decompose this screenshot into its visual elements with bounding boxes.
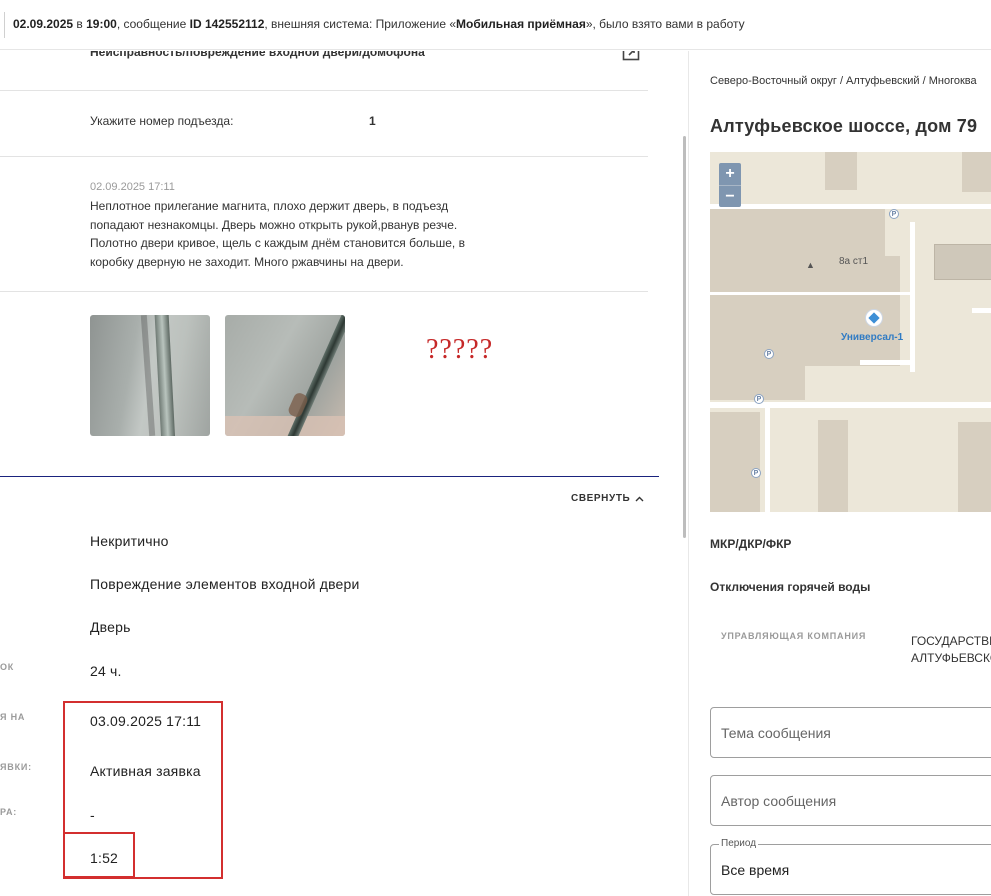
- address-title: Алтуфьевское шоссе, дом 79: [710, 116, 978, 136]
- status-label: ЯВКИ:: [0, 762, 32, 772]
- parking-icon: P: [764, 349, 774, 359]
- porch-value: 1: [369, 114, 376, 128]
- uk-value: ГОСУДАРСТВЕ АЛТУФЬЕВСКО: [911, 634, 991, 665]
- map-zoom-control: + −: [719, 163, 741, 207]
- map[interactable]: + − P P P P 8а ст1 ▲ Универсал-1: [710, 152, 991, 512]
- object-value: Дверь: [90, 619, 131, 635]
- term-label: ОК: [0, 662, 15, 672]
- other-label: РА:: [0, 807, 18, 817]
- breadcrumb: Северо-Восточный округ / Алтуфьевский / …: [710, 75, 977, 87]
- request-detail-panel: Неисправность/повреждение входной двери/…: [0, 51, 688, 896]
- parking-icon: P: [754, 394, 764, 404]
- chevron-up-icon: [635, 496, 644, 501]
- problem-value: Повреждение элементов входной двери: [90, 576, 360, 592]
- due-label: Я НА: [0, 712, 26, 722]
- divider: [0, 156, 648, 157]
- term-value: 24 ч.: [90, 663, 122, 679]
- open-external-icon[interactable]: [622, 51, 640, 61]
- address-info-panel: Северо-Восточный округ / Алтуфьевский / …: [689, 51, 991, 896]
- mkr-link[interactable]: МКР/ДКР/ФКР: [710, 537, 791, 551]
- question-marks-annotation: ?????: [426, 334, 494, 365]
- poi-pin-icon[interactable]: [865, 309, 883, 327]
- comment-text: Неплотное прилегание магнита, плохо держ…: [90, 199, 465, 269]
- criticality-value: Некритично: [90, 533, 169, 549]
- zoom-out-button[interactable]: −: [719, 185, 741, 207]
- request-title: Неисправность/повреждение входной двери/…: [90, 51, 425, 59]
- uk-label: УПРАВЛЯЮЩАЯ КОМПАНИЯ: [721, 631, 867, 641]
- bar-edge: [4, 12, 5, 38]
- period-label: Период: [719, 838, 759, 849]
- period-value: Все время: [721, 862, 790, 878]
- subject-input[interactable]: Тема сообщения: [710, 707, 991, 758]
- building-number: 8а ст1: [839, 256, 869, 267]
- subject-placeholder: Тема сообщения: [721, 725, 831, 741]
- scrollbar[interactable]: [683, 136, 686, 538]
- period-select[interactable]: Период Все время: [710, 838, 991, 895]
- notification-text: 02.09.2025 в 19:00, сообщение ID 1425521…: [13, 17, 745, 31]
- photo-thumbnail-2[interactable]: [225, 315, 345, 436]
- hot-water-link[interactable]: Отключения горячей воды: [710, 580, 870, 594]
- photo-thumbnail-1[interactable]: [90, 315, 210, 436]
- poi-label[interactable]: Универсал-1: [841, 332, 903, 343]
- notification-bar: 02.09.2025 в 19:00, сообщение ID 1425521…: [0, 0, 991, 50]
- zoom-in-button[interactable]: +: [719, 163, 741, 185]
- highlight-box-small: [63, 832, 135, 878]
- building-marker-icon: ▲: [806, 260, 815, 270]
- comment-date: 02.09.2025 17:11: [90, 181, 175, 193]
- parking-icon: P: [889, 209, 899, 219]
- author-input[interactable]: Автор сообщения: [710, 775, 991, 826]
- collapse-label: СВЕРНУТЬ: [571, 493, 631, 504]
- parking-icon: P: [751, 468, 761, 478]
- author-placeholder: Автор сообщения: [721, 793, 837, 809]
- divider: [0, 291, 648, 292]
- divider: [0, 90, 648, 91]
- section-divider: [0, 476, 659, 477]
- porch-label: Укажите номер подъезда:: [90, 114, 234, 128]
- collapse-button[interactable]: СВЕРНУТЬ: [571, 493, 644, 504]
